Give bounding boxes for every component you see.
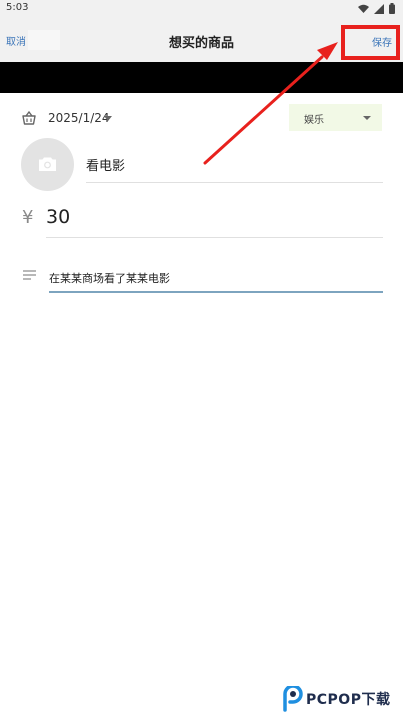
watermark-text: PCPOP下载 (306, 692, 391, 708)
annotation-arrow (203, 42, 338, 165)
watermark: PCPOP下载 (282, 686, 390, 712)
pcpop-logo-icon (283, 686, 303, 712)
